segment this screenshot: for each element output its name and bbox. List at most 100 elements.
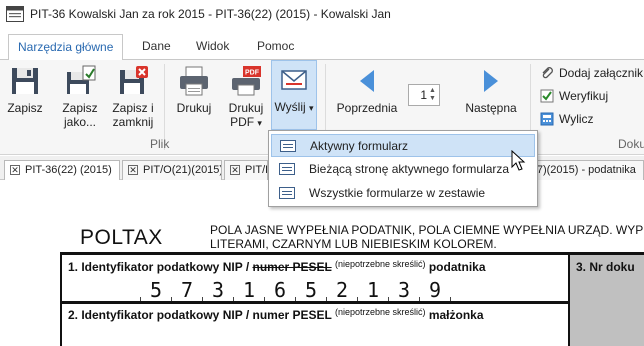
field3-label: 3. Nr doku [576,260,635,274]
dropdown-arrow-icon: ▾ [257,118,262,128]
doc-tab-label: PIT/O(21)(2015) [143,164,222,176]
doc-tab-label: M(7)(2015) - podatnika [524,164,636,176]
nip-digit: 1 [243,278,256,302]
printer-icon [180,66,208,96]
tab-pomoc[interactable]: Pomoc [248,34,303,60]
page-number-value: 1 [420,88,427,102]
next-label: Następna [465,101,517,115]
envelope-send-icon [281,70,307,90]
nip-digit: 2 [336,278,349,302]
digit-separator [388,297,389,301]
verify-label: Weryfikuj [559,89,609,103]
menu-item-label: Wszystkie formularze w zestawie [309,186,486,200]
close-icon[interactable]: ✕ [128,165,138,175]
field2-note: (niepotrzebne skreślić) [334,307,426,317]
calculate-button[interactable]: Wylicz [540,112,594,126]
nip-digit: 7 [181,278,194,302]
nip-digit: 3 [212,278,225,302]
digit-separator [202,297,203,301]
digit-separator [450,297,451,301]
save-as-label-line2: jako... [63,115,96,129]
digit-separator [326,297,327,301]
ribbon-tab-bar: Narzędzia główne Dane Widok Pomoc [0,30,644,61]
send-button[interactable]: Wyślij ▾ [271,60,317,130]
form-icon [279,187,295,199]
previous-label: Poprzednia [336,101,398,115]
pdf-printer-icon: PDF [232,66,261,96]
form-icon [280,140,296,152]
save-as-button[interactable]: Zapisz jako... [58,62,102,129]
nip-digit: 6 [274,278,287,302]
save-label: Zapisz [7,101,43,115]
doc-tab-label: PIT-36(22) (2015) [25,164,112,176]
print-pdf-label-line1: Drukuj [228,101,264,115]
window-title: PIT-36 Kowalski Jan za rok 2015 - PIT-36… [30,7,391,21]
field1-strikethrough: numer PESEL [252,260,332,274]
digit-separator [357,297,358,301]
doc-tab-pit36[interactable]: ✕ PIT-36(22) (2015) [4,160,120,180]
digit-separator [419,297,420,301]
save-as-label-line1: Zapisz [62,101,98,115]
nip-digit: 3 [398,278,411,302]
tab-widok[interactable]: Widok [187,34,238,60]
digit-separator [140,297,141,301]
send-dropdown-menu: Aktywny formularz Bieżącą stronę aktywne… [268,130,538,207]
menu-item-label: Aktywny formularz [310,139,409,153]
floppy-disk-icon [12,68,38,94]
nip-digit: 5 [150,278,163,302]
paperclip-icon [542,67,553,79]
group-label-plik: Plik [150,137,170,151]
verify-button[interactable]: Weryfikuj [540,89,608,103]
close-icon[interactable]: ✕ [10,165,20,175]
add-attachment-label: Dodaj załącznik [559,66,644,80]
page-number-spinner[interactable]: 1 ▲ ▼ [408,84,440,106]
digit-separator [233,297,234,301]
tab-dane[interactable]: Dane [133,34,180,60]
form-icon [279,163,295,175]
menu-item-active-form[interactable]: Aktywny formularz [271,134,535,157]
save-and-close-button[interactable]: Zapisz i zamknij [110,62,156,129]
spinner-arrows-icon[interactable]: ▲ ▼ [429,87,438,103]
group-label-dokument: Doku [618,137,644,151]
doc-tab-pito[interactable]: ✕ PIT/O(21)(2015) [122,160,222,180]
save-close-icon [120,66,148,94]
next-button[interactable]: Następna [460,62,522,115]
form-instructions-line2: LITERAMI, CZARNYM LUB NIEBIESKIM KOLOREM… [210,237,497,251]
save-close-label-line1: Zapisz i [112,101,154,115]
print-button[interactable]: Drukuj [172,62,216,115]
tab-narzedzia-glowne[interactable]: Narzędzia główne [8,34,124,61]
digit-separator [171,297,172,301]
arrow-right-icon [484,70,498,92]
menu-item-all-forms[interactable]: Wszystkie formularze w zestawie [271,182,535,205]
arrow-left-icon [360,70,374,92]
nip-digit: 5 [305,278,318,302]
title-bar: PIT-36 Kowalski Jan za rok 2015 - PIT-36… [0,0,644,30]
doc-tab-pitd[interactable]: ✕ PIT/D [224,160,268,180]
print-pdf-button[interactable]: PDF Drukuj PDF ▾ [224,62,268,130]
doc-tab-label: PIT/D [245,164,267,176]
field2-label: 2. Identyfikator podatkowy NIP / numer P… [68,307,484,322]
send-dropdown-arrow-icon: ▾ [309,103,314,113]
add-attachment-button[interactable]: Dodaj załącznik [540,66,643,80]
digit-separator [295,297,296,301]
send-label: Wyślij ▾ [274,100,314,114]
calculator-icon [540,112,554,126]
poltax-brand: POLTAX [80,226,163,249]
previous-button[interactable]: Poprzednia [334,62,400,115]
pdf-badge-text: PDF [245,70,260,77]
mouse-cursor-icon [511,150,526,171]
print-label: Drukuj [176,101,212,115]
form-instructions-line1: POLA JASNE WYPEŁNIA PODATNIK, POLA CIEMN… [210,223,644,237]
save-as-icon [67,65,96,94]
field1-note: (niepotrzebne skreślić) [334,259,426,269]
nip-digit: 1 [367,278,380,302]
save-button[interactable]: Zapisz [6,62,44,115]
close-icon[interactable]: ✕ [230,165,240,175]
menu-item-label: Bieżącą stronę aktywnego formularza [309,162,510,176]
field1-label: 1. Identyfikator podatkowy NIP / numer P… [68,259,486,274]
calculate-label: Wylicz [559,112,594,126]
form-instructions: POLA JASNE WYPEŁNIA PODATNIK, POLA CIEMN… [210,223,643,251]
nip-digit: 9 [429,278,442,302]
menu-item-current-page[interactable]: Bieżącą stronę aktywnego formularza [271,158,535,181]
save-close-label-line2: zamknij [112,115,154,129]
